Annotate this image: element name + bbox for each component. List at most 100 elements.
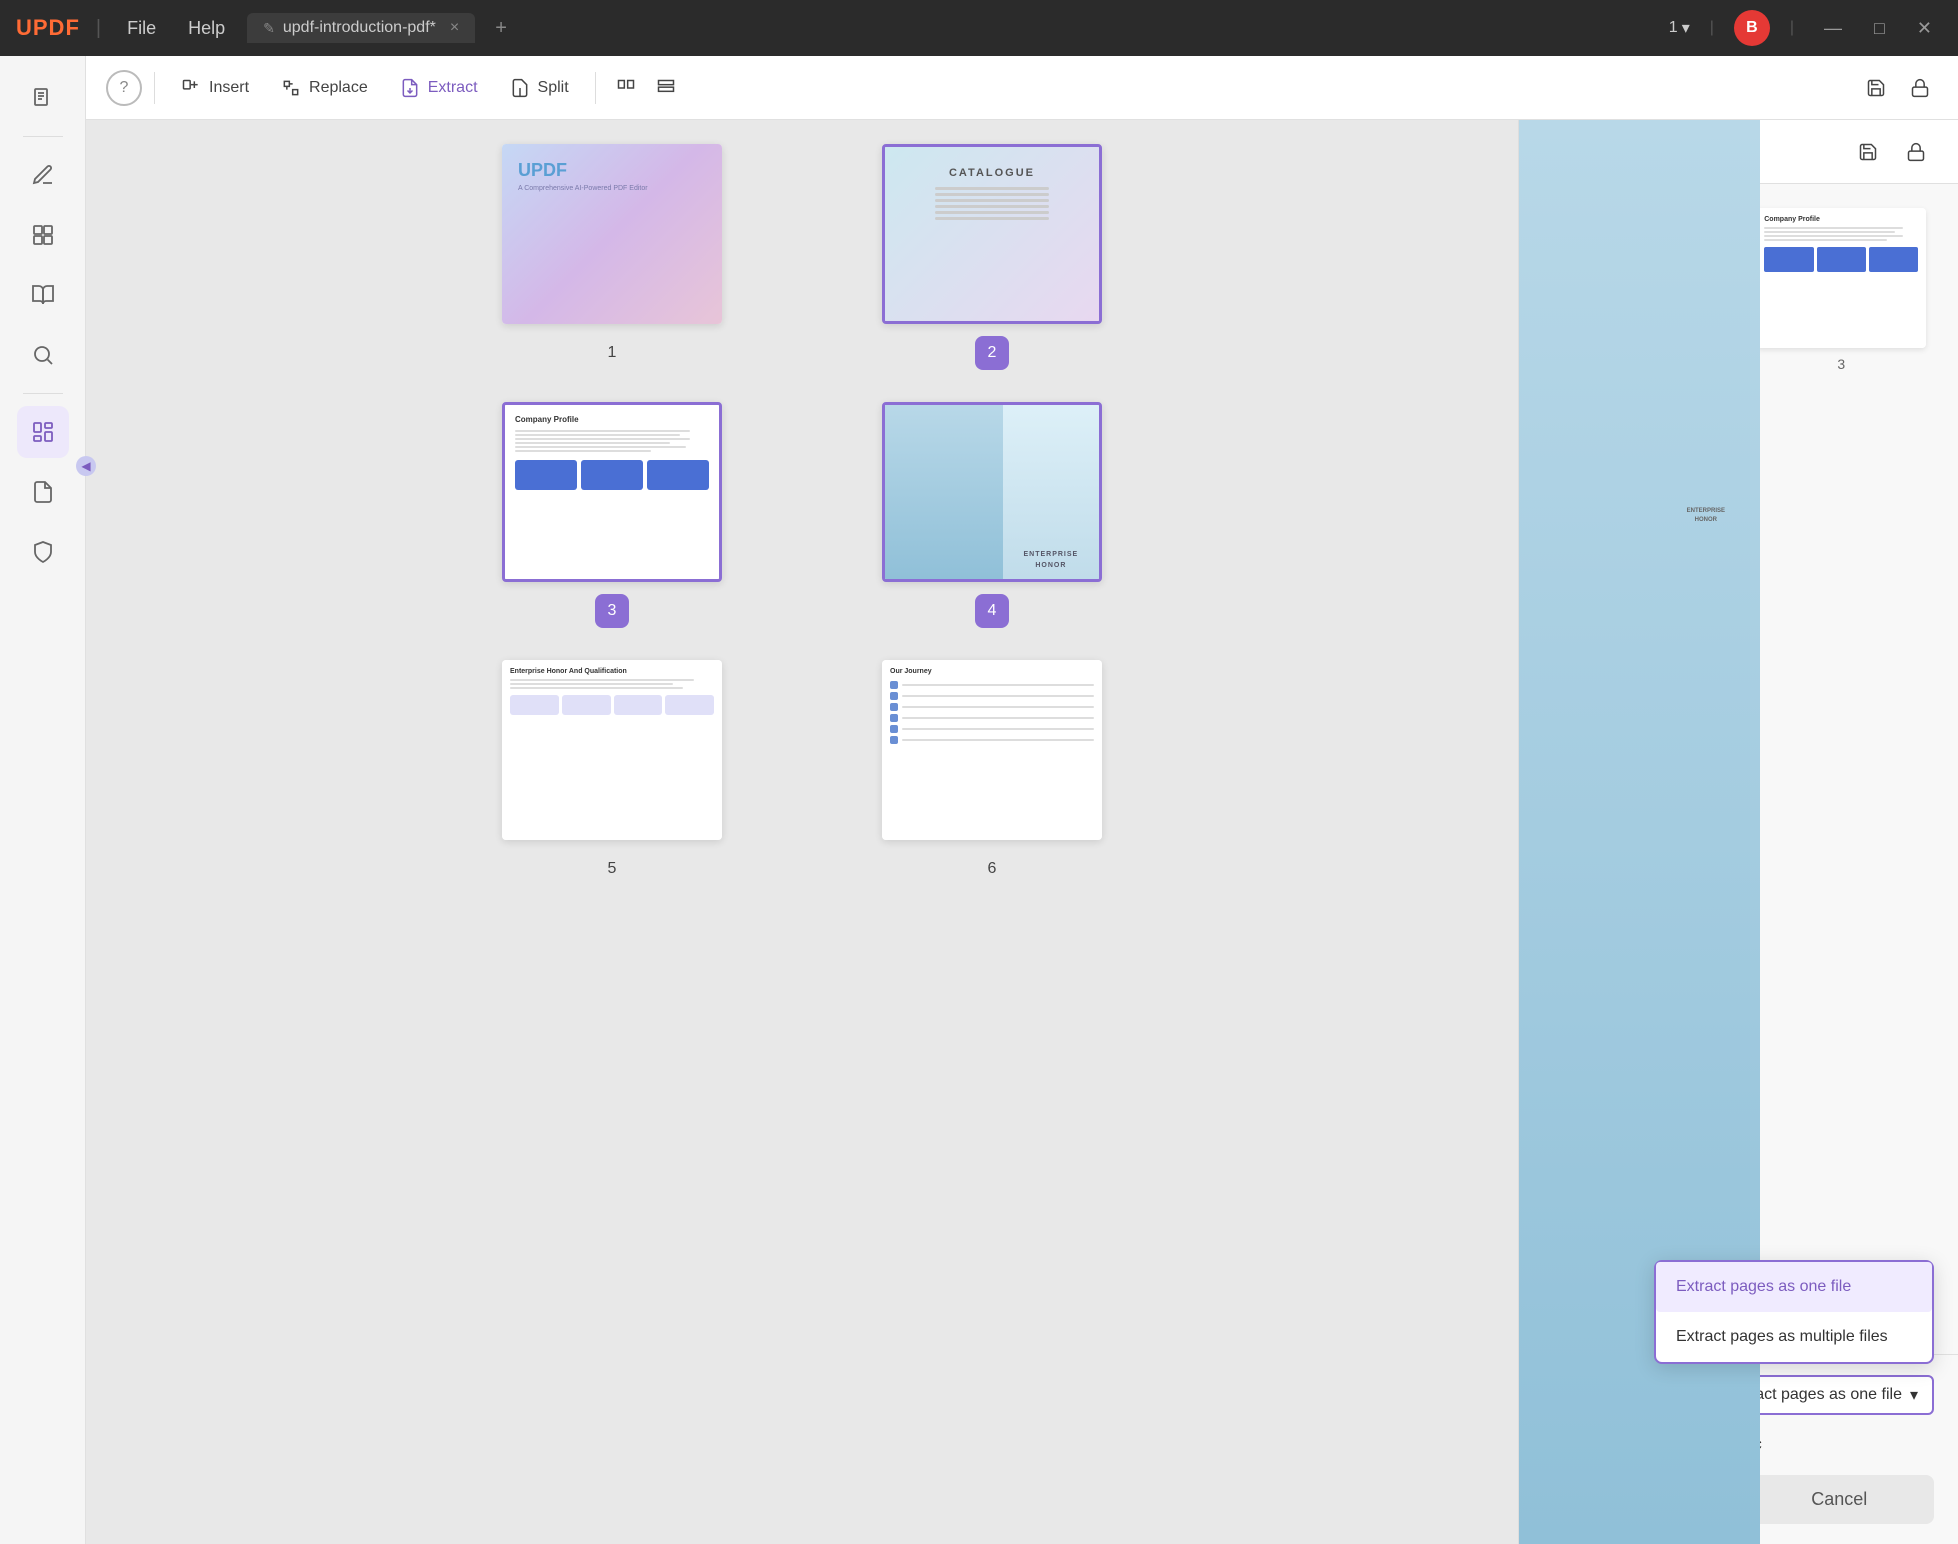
- sidebar-item-convert[interactable]: [17, 466, 69, 518]
- sidebar-item-annotate[interactable]: [17, 149, 69, 201]
- page-thumbnail-6[interactable]: Our Journey: [882, 660, 1102, 840]
- split-button[interactable]: Split: [496, 70, 583, 106]
- dropdown-option-one-file[interactable]: Extract pages as one file: [1656, 1262, 1932, 1312]
- view-toggle-1[interactable]: [608, 70, 644, 106]
- cancel-button[interactable]: Cancel: [1745, 1475, 1935, 1524]
- page-thumbnail-3[interactable]: Company Profile: [502, 402, 722, 582]
- new-tab-button[interactable]: +: [487, 13, 515, 44]
- lock-icon-button[interactable]: [1902, 70, 1938, 106]
- panel-lock-button[interactable]: [1898, 134, 1934, 170]
- tab-close-button[interactable]: ×: [450, 19, 459, 37]
- rthumb-company-lines: [1764, 227, 1918, 241]
- sidebar-item-organize[interactable]: [17, 406, 69, 458]
- extract-button[interactable]: Extract: [386, 70, 492, 106]
- journey-line: [902, 728, 1094, 730]
- right-thumb-item-3: Company Profile: [1756, 208, 1926, 372]
- rthumb-box: [1869, 247, 1918, 272]
- thumb-catalogue-title: CATALOGUE: [949, 167, 1035, 179]
- right-panel: Extract: [1518, 120, 1958, 1544]
- journey-item: [890, 703, 1094, 711]
- page-number-6[interactable]: 6: [975, 852, 1009, 886]
- rthumb-box: [1817, 247, 1866, 272]
- badge-1: [510, 695, 559, 715]
- journey-dot: [890, 681, 898, 689]
- enterprise-label: ENTERPRISE HONOR: [1011, 549, 1091, 571]
- thumb-cat-lines: [935, 187, 1049, 220]
- text-line: [515, 450, 651, 452]
- page-number-2[interactable]: 2: [975, 336, 1009, 370]
- journey-item: [890, 714, 1094, 722]
- sidebar-item-reader[interactable]: [17, 269, 69, 321]
- page-dropdown-icon: ▾: [1682, 18, 1690, 38]
- main-content: ? Insert Replace Extract Split: [86, 56, 1958, 1544]
- replace-button[interactable]: Replace: [267, 70, 382, 106]
- thumb-updf-sub: A Comprehensive AI-Powered PDF Editor: [518, 185, 648, 192]
- minimize-button[interactable]: —: [1814, 14, 1852, 43]
- cat-line: [935, 193, 1049, 196]
- text-line: [1764, 227, 1903, 229]
- box-2: [581, 460, 643, 490]
- thumb-journey-items: [890, 681, 1094, 744]
- page-thumbnail-1[interactable]: UPDF A Comprehensive AI-Powered PDF Edit…: [502, 144, 722, 324]
- titlebar: UPDF | File Help ✎ updf-introduction-pdf…: [0, 0, 1958, 56]
- save-icon-button[interactable]: [1858, 70, 1894, 106]
- page-number-3[interactable]: 3: [595, 594, 629, 628]
- thumb-company-text: [515, 430, 709, 452]
- page-number-4[interactable]: 4: [975, 594, 1009, 628]
- view-toggle-2[interactable]: [648, 70, 684, 106]
- box-1: [515, 460, 577, 490]
- replace-label: Replace: [309, 79, 368, 97]
- user-avatar[interactable]: B: [1734, 10, 1770, 46]
- page-thumbnail-4[interactable]: ENTERPRISE HONOR: [882, 402, 1102, 582]
- page-indicator[interactable]: 1 ▾: [1669, 18, 1690, 38]
- text-line: [1764, 239, 1887, 241]
- sidebar-item-edit[interactable]: [17, 209, 69, 261]
- file-menu[interactable]: File: [117, 14, 166, 43]
- insert-label: Insert: [209, 79, 249, 97]
- thumb-content-4: ENTERPRISE HONOR: [885, 405, 1099, 579]
- title-separator: |: [96, 17, 101, 40]
- sidebar-item-search[interactable]: [17, 329, 69, 381]
- thumb-content-1: UPDF A Comprehensive AI-Powered PDF Edit…: [502, 144, 722, 324]
- text-line: [515, 430, 690, 432]
- rthumb-content-4: ENTERPRISEHONOR: [1563, 392, 1733, 532]
- app-logo: UPDF: [16, 15, 80, 41]
- badge-3: [614, 695, 663, 715]
- journey-line: [902, 706, 1094, 708]
- tab-doc-icon: ✎: [263, 20, 275, 37]
- thumb-journey-title: Our Journey: [890, 668, 1094, 675]
- close-button[interactable]: ✕: [1907, 14, 1942, 43]
- right-thumbnail-4[interactable]: ENTERPRISEHONOR: [1563, 392, 1733, 532]
- page-number-5[interactable]: 5: [595, 852, 629, 886]
- badge-2: [562, 695, 611, 715]
- text-line: [515, 442, 670, 444]
- toolbar-separator-1: [154, 72, 155, 104]
- extract-icon: [400, 78, 420, 98]
- right-thumbs-container: CATALOGUE 2: [1519, 184, 1958, 1354]
- page-number-1[interactable]: 1: [595, 336, 629, 370]
- sidebar-item-protect[interactable]: [17, 526, 69, 578]
- sidebar-item-pages[interactable]: [17, 72, 69, 124]
- journey-line: [902, 695, 1094, 697]
- right-thumbnail-3[interactable]: Company Profile: [1756, 208, 1926, 348]
- sidebar-collapse-button[interactable]: ◀: [76, 456, 96, 476]
- dropdown-arrow-icon: ▾: [1910, 1385, 1918, 1405]
- page-thumbnail-5[interactable]: Enterprise Honor And Qualification: [502, 660, 722, 840]
- help-menu[interactable]: Help: [178, 14, 235, 43]
- journey-dot: [890, 703, 898, 711]
- thumb-content-6: Our Journey: [882, 660, 1102, 840]
- thumb-honor-lines: [510, 679, 714, 689]
- insert-button[interactable]: Insert: [167, 70, 263, 106]
- page-thumbnail-2[interactable]: CATALOGUE: [882, 144, 1102, 324]
- panel-save-button[interactable]: [1850, 134, 1886, 170]
- page-number: 1: [1669, 19, 1678, 37]
- cat-line: [935, 199, 1049, 202]
- journey-item: [890, 736, 1094, 744]
- dropdown-option-multiple-files[interactable]: Extract pages as multiple files: [1656, 1312, 1932, 1362]
- toolbar-right-icons: [1858, 70, 1938, 106]
- active-tab[interactable]: ✎ updf-introduction-pdf* ×: [247, 13, 475, 43]
- thumb-updf-logo: UPDF: [518, 160, 567, 181]
- journey-line: [902, 717, 1094, 719]
- help-button[interactable]: ?: [106, 70, 142, 106]
- maximize-button[interactable]: □: [1864, 14, 1895, 43]
